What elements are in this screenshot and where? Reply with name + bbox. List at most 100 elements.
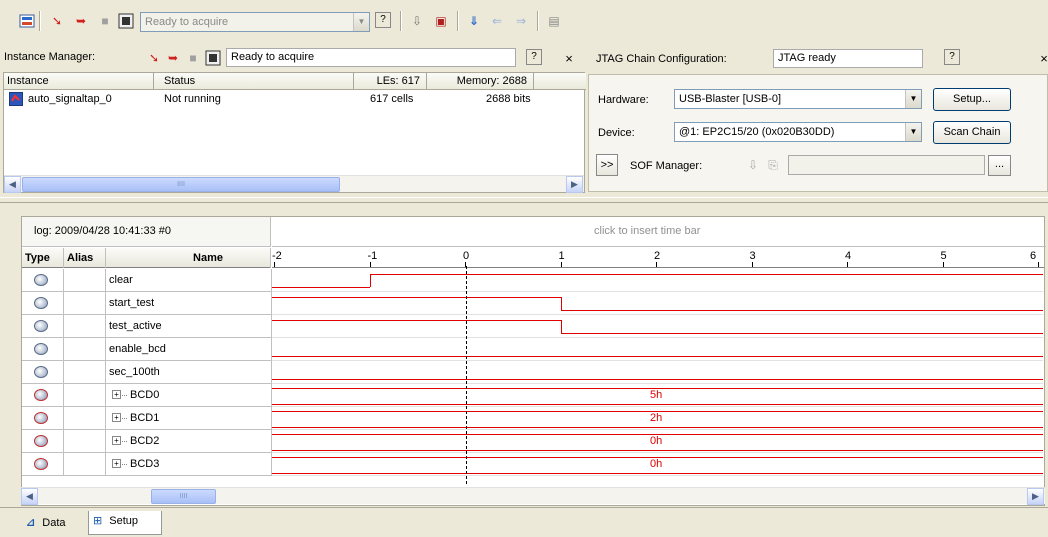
hardware-value: USB-Blaster [USB-0] xyxy=(679,93,782,105)
help-icon[interactable]: ? xyxy=(526,49,542,65)
jtag-panel: JTAG Chain Configuration: JTAG ready ? ×… xyxy=(588,46,1048,194)
alias-cell[interactable] xyxy=(64,407,106,430)
open-log-icon[interactable]: ▣ xyxy=(432,12,450,30)
setup-button[interactable]: Setup... xyxy=(933,88,1011,111)
bus-node-icon xyxy=(34,389,48,401)
signal-trace xyxy=(272,320,561,321)
trigger-cursor xyxy=(466,266,467,484)
input-node-icon xyxy=(34,343,48,355)
scroll-thumb[interactable]: IIII xyxy=(22,177,340,192)
main-toolbar: ➘ ➥ ■ Ready to acquire ▼ ? ⇩ ▣ ⇓ ⇐ ⇒ ▤ xyxy=(0,0,1048,44)
tab-setup-label: Setup xyxy=(109,515,139,527)
chevron-down-icon[interactable]: ▼ xyxy=(353,13,369,31)
run-analysis-icon[interactable]: ➘ xyxy=(145,49,163,67)
table-row[interactable]: sec_100th xyxy=(22,361,272,384)
signal-name: sec_100th xyxy=(109,366,160,378)
col-memory[interactable]: Memory: 2688 xyxy=(427,73,534,90)
scroll-left-icon[interactable]: ◀ xyxy=(21,488,38,505)
alias-cell[interactable] xyxy=(64,292,106,315)
run-analysis-icon[interactable]: ➘ xyxy=(48,12,66,30)
alias-cell[interactable] xyxy=(64,315,106,338)
bus-trace xyxy=(272,427,1043,428)
alias-cell[interactable] xyxy=(64,269,106,292)
expand-icon[interactable]: + xyxy=(112,413,121,422)
close-icon[interactable]: × xyxy=(1035,49,1048,67)
table-row[interactable]: start_test xyxy=(22,292,272,315)
table-row[interactable]: auto_signaltap_0 Not running 617 cells 2… xyxy=(4,91,586,109)
bus-value: 0h xyxy=(650,458,663,470)
stop-analysis-icon[interactable]: ■ xyxy=(184,49,202,67)
table-row[interactable]: clear xyxy=(22,269,272,292)
table-row[interactable]: enable_bcd xyxy=(22,338,272,361)
table-row[interactable]: test_active xyxy=(22,315,272,338)
alias-cell[interactable] xyxy=(64,361,106,384)
table-row[interactable]: + BCD2 xyxy=(22,430,272,453)
help-icon[interactable]: ? xyxy=(944,49,960,65)
expand-sof-button[interactable]: >> xyxy=(596,154,618,176)
sof-file-field[interactable] xyxy=(788,155,985,175)
table-row[interactable]: + BCD1 xyxy=(22,407,272,430)
alias-cell[interactable] xyxy=(64,384,106,407)
signal-name: enable_bcd xyxy=(109,343,166,355)
instance-manager-icon[interactable] xyxy=(18,12,36,30)
read-data-icon[interactable] xyxy=(117,12,135,30)
program-device-icon[interactable]: ⇩ xyxy=(408,12,426,30)
input-node-icon xyxy=(34,320,48,332)
tab-setup[interactable]: ⊞ Setup xyxy=(88,511,162,535)
scroll-left-icon[interactable]: ◀ xyxy=(4,176,21,193)
signal-name: BCD3 xyxy=(130,458,160,470)
time-tick-mark xyxy=(560,262,562,267)
time-tick-label: -1 xyxy=(367,250,378,262)
autorun-analysis-icon[interactable]: ➥ xyxy=(72,12,90,30)
stop-analysis-icon[interactable]: ■ xyxy=(96,12,114,30)
panel-toggle-icon[interactable]: ▤ xyxy=(545,12,563,30)
bus-trace xyxy=(272,450,1043,451)
waveform-horizontal-scrollbar[interactable]: ◀ IIII ▶ xyxy=(21,487,1045,505)
expand-icon[interactable]: + xyxy=(112,459,121,468)
instance-status-field[interactable]: Ready to acquire xyxy=(226,48,516,67)
download-icon[interactable]: ⇓ xyxy=(465,12,483,30)
expand-icon[interactable]: + xyxy=(112,390,121,399)
back-arrow-icon[interactable]: ⇐ xyxy=(488,12,506,30)
col-instance[interactable]: Instance xyxy=(4,73,154,90)
device-select[interactable]: @1: EP2C15/20 (0x020B30DD) ▼ xyxy=(674,122,922,142)
time-tick-label: 4 xyxy=(845,250,852,262)
signal-trace xyxy=(560,310,1043,311)
data-tab-icon: ⊿ xyxy=(26,517,36,529)
alias-cell[interactable] xyxy=(64,430,106,453)
browse-button[interactable]: ... xyxy=(988,155,1011,176)
table-row[interactable]: + BCD3 xyxy=(22,453,272,476)
time-bar-area[interactable]: click to insert time bar xyxy=(272,217,1046,247)
read-data-icon[interactable] xyxy=(204,49,222,67)
col-les[interactable]: LEs: 617 xyxy=(354,73,427,90)
hardware-select[interactable]: USB-Blaster [USB-0] ▼ xyxy=(674,89,922,109)
toolbar-status-field[interactable]: Ready to acquire ▼ xyxy=(140,12,370,32)
col-type[interactable]: Type xyxy=(22,248,64,268)
instance-manager-header: Instance Manager: ➘ ➥ ■ Ready to acquire… xyxy=(0,46,585,70)
signal-name: BCD2 xyxy=(130,435,160,447)
col-alias[interactable]: Alias xyxy=(64,248,106,268)
table-row[interactable]: + BCD0 xyxy=(22,384,272,407)
chevron-down-icon[interactable]: ▼ xyxy=(905,90,921,108)
scan-chain-button[interactable]: Scan Chain xyxy=(933,121,1011,144)
scroll-thumb[interactable]: IIII xyxy=(151,489,216,504)
col-status[interactable]: Status xyxy=(154,73,354,90)
program-device-icon[interactable]: ⇩ xyxy=(744,156,762,174)
col-name[interactable]: Name xyxy=(106,248,271,268)
time-tick-label: 0 xyxy=(463,250,470,262)
close-icon[interactable]: × xyxy=(560,49,578,67)
scroll-right-icon[interactable]: ▶ xyxy=(1027,488,1044,505)
expand-icon[interactable]: + xyxy=(112,436,121,445)
alias-cell[interactable] xyxy=(64,453,106,476)
attach-icon[interactable]: ⎘ xyxy=(764,156,782,174)
instance-horizontal-scrollbar[interactable]: ◀ IIII ▶ xyxy=(4,175,584,193)
signal-name: clear xyxy=(109,274,133,286)
help-icon[interactable]: ? xyxy=(375,12,391,28)
bus-node-icon xyxy=(34,435,48,447)
alias-cell[interactable] xyxy=(64,338,106,361)
forward-arrow-icon[interactable]: ⇒ xyxy=(512,12,530,30)
scroll-right-icon[interactable]: ▶ xyxy=(566,176,583,193)
chevron-down-icon[interactable]: ▼ xyxy=(905,123,921,141)
autorun-analysis-icon[interactable]: ➥ xyxy=(164,49,182,67)
tab-data[interactable]: ⊿ Data xyxy=(22,513,86,533)
